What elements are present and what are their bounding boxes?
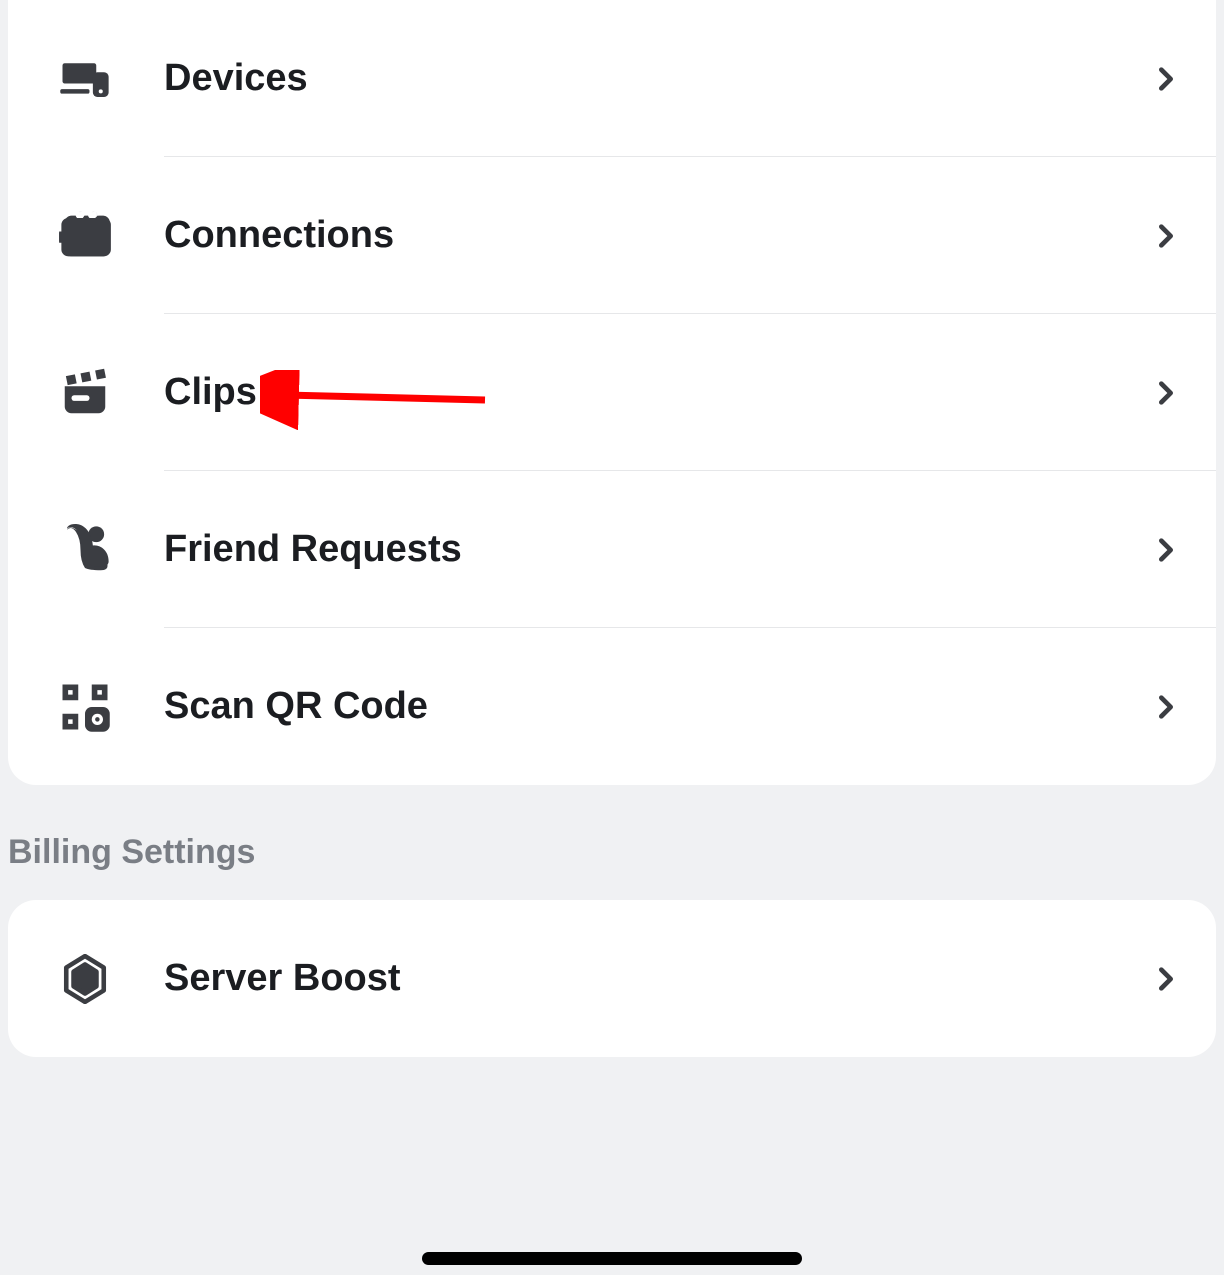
chevron-right-icon bbox=[1152, 222, 1180, 250]
billing-item-label: Server Boost bbox=[164, 957, 1152, 1000]
devices-icon bbox=[58, 52, 112, 106]
wave-icon bbox=[58, 523, 112, 577]
billing-section-header: Billing Settings bbox=[0, 785, 1224, 900]
plug-icon bbox=[58, 209, 112, 263]
chevron-right-icon bbox=[1152, 965, 1180, 993]
settings-item-devices[interactable]: Devices bbox=[8, 0, 1216, 157]
settings-item-label: Friend Requests bbox=[164, 528, 1152, 571]
settings-card: Devices Connections bbox=[8, 0, 1216, 785]
settings-item-scan-qr[interactable]: Scan QR Code bbox=[8, 628, 1216, 785]
settings-item-label: Connections bbox=[164, 214, 1152, 257]
settings-item-label: Clips bbox=[164, 371, 1152, 414]
chevron-right-icon bbox=[1152, 536, 1180, 564]
settings-item-clips[interactable]: Clips bbox=[8, 314, 1216, 471]
boost-icon bbox=[58, 952, 112, 1006]
settings-item-connections[interactable]: Connections bbox=[8, 157, 1216, 314]
billing-card: Server Boost bbox=[8, 900, 1216, 1057]
settings-item-friend-requests[interactable]: Friend Requests bbox=[8, 471, 1216, 628]
settings-item-label: Devices bbox=[164, 57, 1152, 100]
chevron-right-icon bbox=[1152, 65, 1180, 93]
settings-item-label: Scan QR Code bbox=[164, 685, 1152, 728]
chevron-right-icon bbox=[1152, 693, 1180, 721]
billing-item-server-boost[interactable]: Server Boost bbox=[8, 900, 1216, 1057]
chevron-right-icon bbox=[1152, 379, 1180, 407]
qr-icon bbox=[58, 680, 112, 734]
clapperboard-icon bbox=[58, 366, 112, 420]
home-indicator bbox=[422, 1252, 802, 1265]
